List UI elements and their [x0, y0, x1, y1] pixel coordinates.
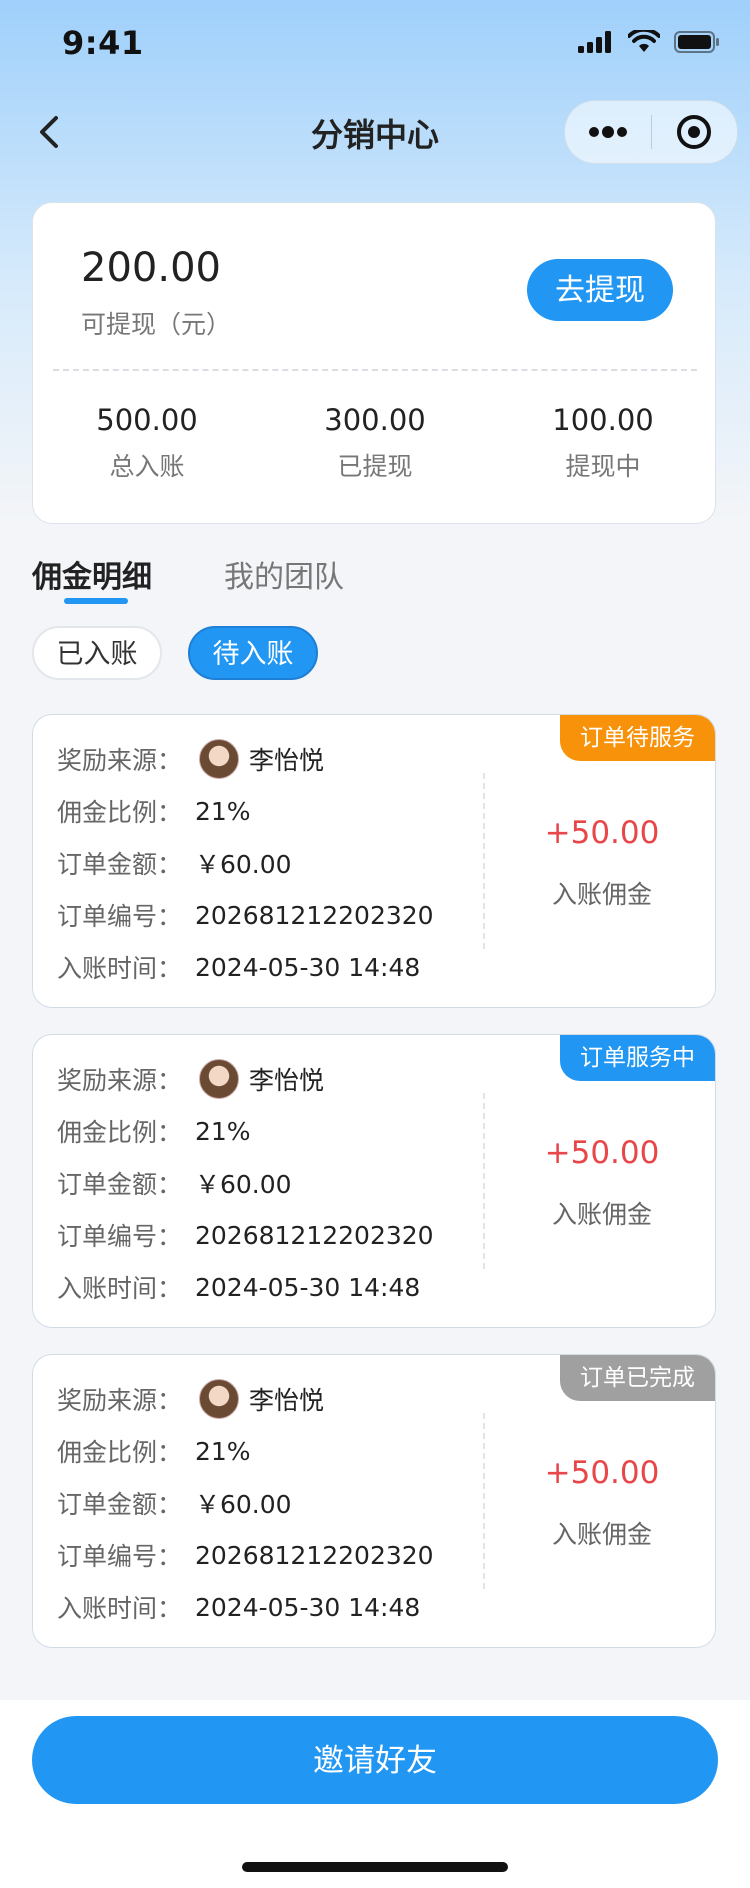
- source-row: 奖励来源： 李怡悦: [57, 1379, 324, 1419]
- ratio-row: 佣金比例： 21%: [57, 1431, 251, 1471]
- status-badge: 订单待服务: [560, 715, 715, 761]
- commission-amount-label: 入账佣金: [551, 880, 652, 909]
- close-mini-program-button[interactable]: [652, 101, 738, 163]
- ratio-value: 21%: [195, 796, 251, 826]
- stat-label: 总入账: [109, 452, 185, 481]
- divider: [53, 369, 697, 371]
- stat-value: 500.00: [96, 403, 198, 437]
- signal-icon: [578, 31, 611, 53]
- time-row: 入账时间： 2024-05-30 14:48: [57, 947, 420, 987]
- time-row: 入账时间： 2024-05-30 14:48: [57, 1267, 420, 1307]
- time-row: 入账时间： 2024-05-30 14:48: [57, 1587, 420, 1627]
- time-label: 入账时间：: [57, 1274, 183, 1303]
- status-time: 9:41: [62, 24, 144, 62]
- invite-friends-button[interactable]: 邀请好友: [32, 1716, 718, 1804]
- time-value: 2024-05-30 14:48: [195, 952, 421, 982]
- time-value: 2024-05-30 14:48: [195, 1272, 421, 1302]
- time-value: 2024-05-30 14:48: [195, 1592, 421, 1622]
- order-amount-value: ￥60.00: [195, 1490, 292, 1519]
- order-amount-row: 订单金额： ￥60.00: [57, 1163, 292, 1203]
- balance-summary-card: 200.00 可提现（元） 去提现 500.00 总入账 300.00 已提现 …: [32, 202, 716, 524]
- order-no-label: 订单编号：: [57, 902, 183, 931]
- stat-value: 100.00: [552, 403, 654, 437]
- stat-label: 已提现: [337, 452, 413, 481]
- more-dots-icon: [588, 126, 627, 138]
- tab-my-team[interactable]: 我的团队: [224, 552, 344, 596]
- commission-card: 奖励来源： 李怡悦 佣金比例： 21% 订单金额： ￥60.00 订单编号： 2…: [32, 1034, 716, 1328]
- stat-label: 提现中: [565, 452, 641, 481]
- ratio-label: 佣金比例：: [57, 798, 183, 827]
- commission-card: 奖励来源： 李怡悦 佣金比例： 21% 订单金额： ￥60.00 订单编号： 2…: [32, 1354, 716, 1648]
- commission-amount: +50.00: [544, 1135, 660, 1171]
- card-divider: [483, 1413, 485, 1589]
- order-no-value: 202681212202320: [195, 900, 434, 930]
- ratio-value: 21%: [195, 1436, 251, 1466]
- wifi-icon: [628, 30, 660, 52]
- filter-pending[interactable]: 待入账: [188, 626, 318, 680]
- order-amount-label: 订单金额：: [57, 1170, 183, 1199]
- source-name: 李怡悦: [249, 746, 325, 775]
- avatar: [199, 1379, 239, 1419]
- status-badge: 订单服务中: [560, 1035, 715, 1081]
- battery-icon: [674, 31, 719, 53]
- ratio-label: 佣金比例：: [57, 1438, 183, 1467]
- commission-amount: +50.00: [544, 1455, 660, 1491]
- stat-total-income: 500.00 总入账: [33, 403, 261, 483]
- order-no-label: 订单编号：: [57, 1542, 183, 1571]
- commission-amount-label: 入账佣金: [551, 1520, 652, 1549]
- ratio-row: 佣金比例： 21%: [57, 1111, 251, 1151]
- filter-credited[interactable]: 已入账: [32, 626, 162, 680]
- source-name: 李怡悦: [249, 1386, 325, 1415]
- order-no-row: 订单编号： 202681212202320: [57, 895, 434, 935]
- order-no-value: 202681212202320: [195, 1220, 434, 1250]
- order-no-label: 订单编号：: [57, 1222, 183, 1251]
- target-icon: [677, 115, 712, 149]
- stat-withdrawing: 100.00 提现中: [489, 403, 717, 483]
- available-amount: 200.00: [81, 245, 221, 291]
- commission-amount: +50.00: [544, 815, 660, 851]
- tab-commission-detail[interactable]: 佣金明细: [32, 552, 152, 596]
- time-label: 入账时间：: [57, 954, 183, 983]
- avatar: [199, 1059, 239, 1099]
- tab-active-indicator: [64, 598, 128, 604]
- order-amount-label: 订单金额：: [57, 850, 183, 879]
- order-amount-value: ￥60.00: [195, 850, 292, 879]
- withdraw-button[interactable]: 去提现: [527, 259, 673, 321]
- source-label: 奖励来源：: [57, 1066, 183, 1095]
- status-icons: [578, 30, 720, 54]
- stat-withdrawn: 300.00 已提现: [261, 403, 489, 483]
- time-label: 入账时间：: [57, 1594, 183, 1623]
- order-amount-row: 订单金额： ￥60.00: [57, 843, 292, 883]
- order-no-value: 202681212202320: [195, 1540, 434, 1570]
- card-divider: [483, 773, 485, 949]
- source-label: 奖励来源：: [57, 1386, 183, 1415]
- source-row: 奖励来源： 李怡悦: [57, 739, 324, 779]
- available-label: 可提现（元）: [81, 310, 232, 339]
- order-amount-label: 订单金额：: [57, 1490, 183, 1519]
- source-label: 奖励来源：: [57, 746, 183, 775]
- order-amount-row: 订单金额： ￥60.00: [57, 1483, 292, 1523]
- status-badge: 订单已完成: [560, 1355, 715, 1401]
- order-amount-value: ￥60.00: [195, 1170, 292, 1199]
- stat-value: 300.00: [324, 403, 426, 437]
- home-indicator: [242, 1862, 508, 1872]
- source-row: 奖励来源： 李怡悦: [57, 1059, 324, 1099]
- commission-amount-label: 入账佣金: [551, 1200, 652, 1229]
- more-button[interactable]: [565, 101, 651, 163]
- order-no-row: 订单编号： 202681212202320: [57, 1535, 434, 1575]
- mini-program-capsule: [564, 100, 738, 164]
- avatar: [199, 739, 239, 779]
- card-divider: [483, 1093, 485, 1269]
- ratio-label: 佣金比例：: [57, 1118, 183, 1147]
- source-name: 李怡悦: [249, 1066, 325, 1095]
- order-no-row: 订单编号： 202681212202320: [57, 1215, 434, 1255]
- ratio-row: 佣金比例： 21%: [57, 791, 251, 831]
- commission-card: 奖励来源： 李怡悦 佣金比例： 21% 订单金额： ￥60.00 订单编号： 2…: [32, 714, 716, 1008]
- ratio-value: 21%: [195, 1116, 251, 1146]
